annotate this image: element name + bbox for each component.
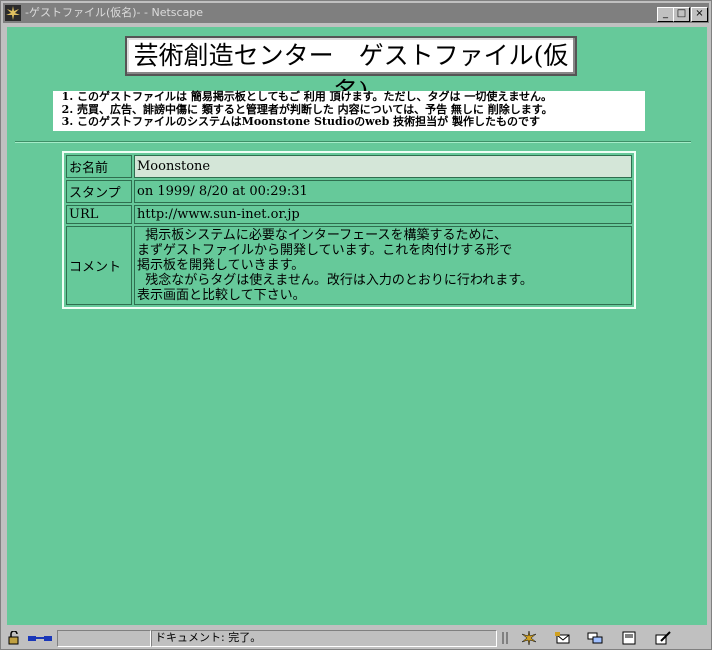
table-row: スタンプ on 1999/ 8/20 at 00:29:31 (66, 180, 632, 203)
table-row: URL http://www.sun-inet.or.jp (66, 205, 632, 224)
component-bar-icon[interactable] (501, 631, 511, 645)
table-row: コメント 掲示板システムに必要なインターフェースを構築するために、 まずゲストフ… (66, 226, 632, 305)
rules-box: このゲストファイルは 簡易掲示板としてもご 利用 頂けます。ただし、タグは 一切… (53, 90, 645, 131)
comment-label: コメント (66, 226, 132, 305)
minimize-button[interactable]: _ (657, 7, 674, 22)
rule-item: このゲストファイルは 簡易掲示板としてもご 利用 頂けます。ただし、タグは 一切… (77, 90, 645, 104)
page-content: 芸術創造センター ゲストファイル(仮名) このゲストファイルは 簡易掲示板として… (7, 27, 707, 625)
lock-icon[interactable] (7, 631, 23, 645)
navigator-icon[interactable] (521, 631, 537, 645)
table-row: お名前 Moonstone (66, 155, 632, 178)
status-text: ドキュメント: 完了。 (155, 631, 262, 644)
name-value: Moonstone (134, 155, 632, 178)
name-label: お名前 (66, 155, 132, 178)
url-label: URL (66, 205, 132, 224)
title-bar[interactable]: -ゲストファイル(仮名)- - Netscape _ □ × (3, 3, 709, 23)
divider (15, 141, 691, 143)
rule-item: このゲストファイルのシステムはMoonstone Studioのweb 技術担当… (77, 115, 645, 129)
stamp-value: on 1999/ 8/20 at 00:29:31 (134, 180, 632, 203)
close-button[interactable]: × (691, 7, 708, 22)
stamp-label: スタンプ (66, 180, 132, 203)
composer-icon[interactable] (655, 631, 671, 645)
window-title: -ゲストファイル(仮名)- - Netscape (25, 6, 204, 19)
address-book-icon[interactable] (621, 631, 637, 645)
rules-list: このゲストファイルは 簡易掲示板としてもご 利用 頂けます。ただし、タグは 一切… (53, 90, 645, 129)
status-bar: ドキュメント: 完了。 (3, 628, 709, 648)
page-title: 芸術創造センター ゲストファイル(仮名) (125, 36, 577, 106)
progress-panel (57, 630, 151, 647)
maximize-button[interactable]: □ (673, 7, 690, 22)
discussion-icon[interactable] (587, 631, 603, 645)
connection-icon[interactable] (27, 631, 53, 645)
mailbox-icon[interactable] (555, 631, 571, 645)
browser-window: -ゲストファイル(仮名)- - Netscape _ □ × 芸術創造センター … (0, 0, 712, 650)
url-link[interactable]: http://www.sun-inet.or.jp (134, 205, 632, 224)
guest-entry-table: お名前 Moonstone スタンプ on 1999/ 8/20 at 00:2… (62, 151, 636, 309)
comment-value: 掲示板システムに必要なインターフェースを構築するために、 まずゲストファイルから… (134, 226, 632, 305)
netscape-icon (5, 5, 21, 21)
